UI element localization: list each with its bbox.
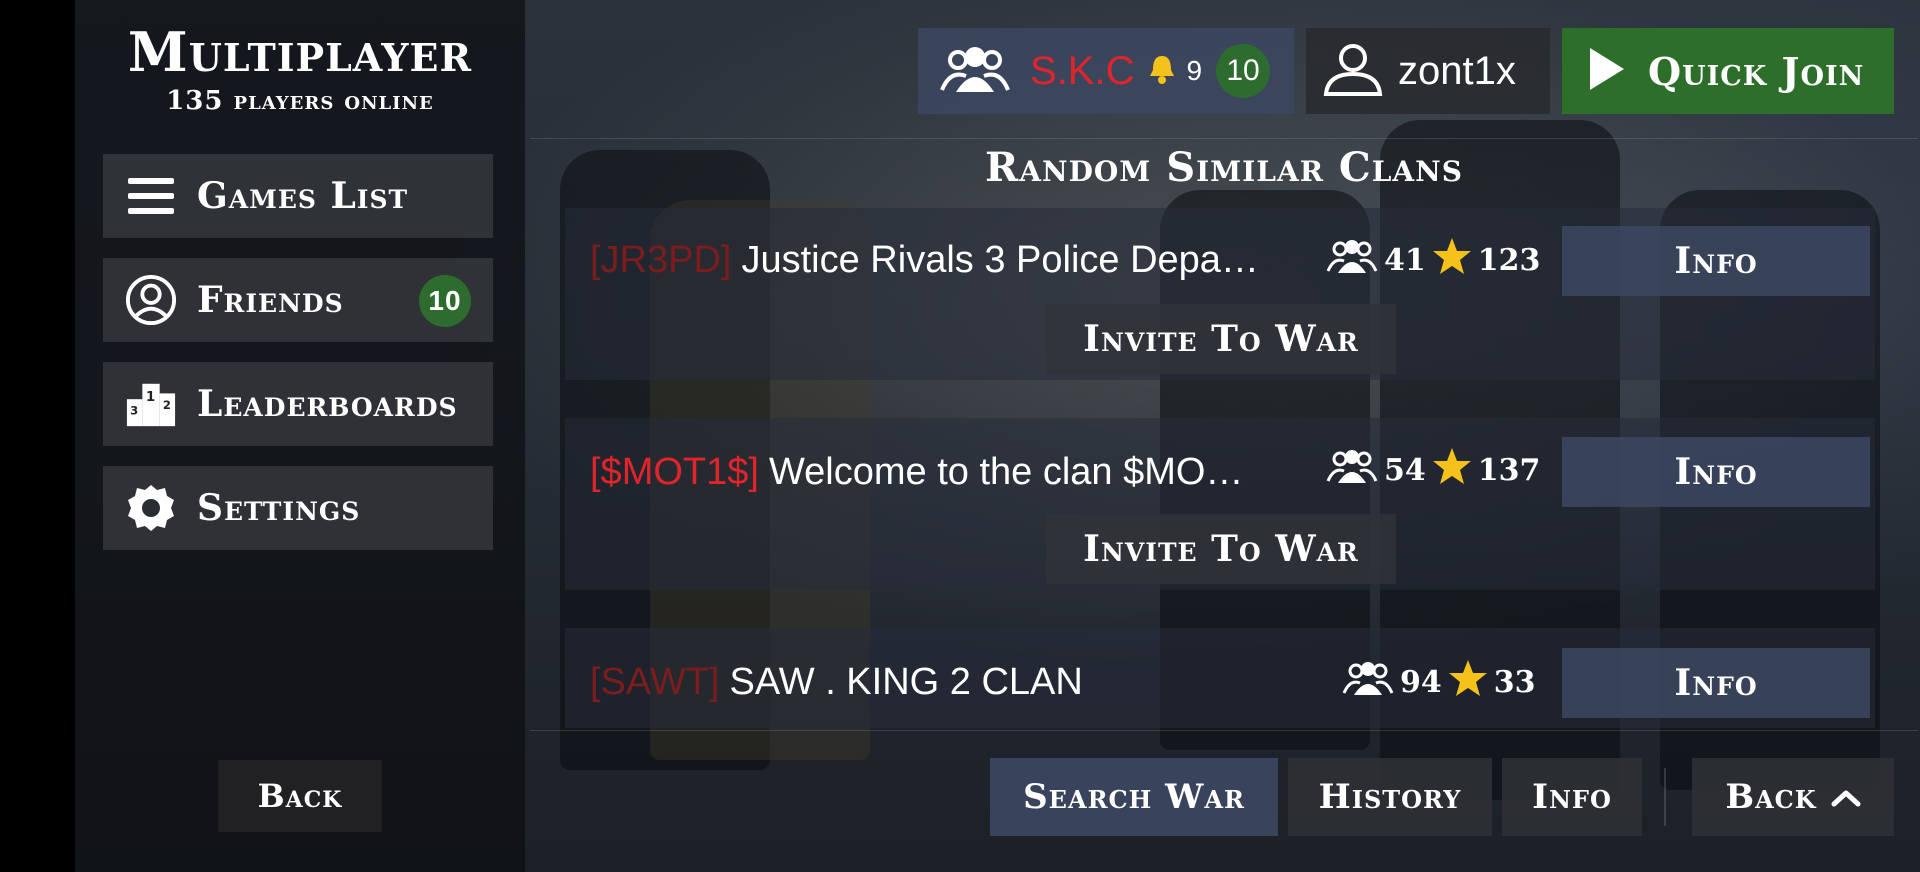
friends-count-badge: 10 [419, 275, 471, 327]
clan-info-button[interactable]: Info [1562, 648, 1870, 718]
star-count: 123 [1477, 242, 1541, 278]
user-icon [1322, 42, 1384, 100]
members-icon [1326, 237, 1378, 283]
divider [1664, 768, 1666, 826]
clan-tag: [$MOT1$] [590, 450, 759, 493]
star-icon [1432, 237, 1472, 283]
clan-row[interactable]: [JR3PD] Justice Rivals 3 Police Depa… [590, 230, 1320, 290]
section-title: Random Similar Clans [985, 144, 1463, 191]
clan-stats: 41 123 [1326, 230, 1546, 290]
clan-tag: [JR3PD] [590, 238, 732, 281]
players-online: 135 players online [166, 86, 434, 116]
history-button[interactable]: History [1288, 758, 1492, 836]
quick-join-button[interactable]: Quick Join [1562, 28, 1894, 114]
sidebar-item-friends[interactable]: Friends 10 [103, 258, 493, 342]
search-war-button[interactable]: Search War [990, 758, 1278, 836]
sidebar-item-label: Leaderboards [197, 383, 458, 425]
clan-stats: 54 137 [1326, 440, 1546, 500]
info-button[interactable]: Info [1502, 758, 1642, 836]
clan-name: S.K.C [1030, 48, 1135, 93]
sidebar-item-label: Settings [197, 487, 361, 529]
podium-icon: 13 2 [125, 378, 177, 430]
bell-icon [1148, 54, 1176, 88]
svg-text:3: 3 [130, 404, 139, 418]
quick-join-label: Quick Join [1648, 48, 1865, 94]
sidebar-item-label: Friends [197, 279, 344, 321]
sidebar-item-leaderboards[interactable]: 13 2 Leaderboards [103, 362, 493, 446]
star-count: 33 [1493, 664, 1536, 700]
clan-info-button[interactable]: Info [1562, 226, 1870, 296]
clan-tag: [SAWT] [590, 660, 720, 703]
gear-icon [125, 482, 177, 534]
clan-badge: 10 [1216, 44, 1271, 98]
back-label: Back [1725, 777, 1817, 817]
clan-stats: 94 33 [1342, 652, 1542, 712]
svg-text:2: 2 [163, 398, 172, 412]
member-count: 94 [1400, 664, 1442, 700]
menu-icon [125, 170, 177, 222]
notification-count: 9 [1186, 55, 1203, 86]
sidebar-item-settings[interactable]: Settings [103, 466, 493, 550]
clan-info-button[interactable]: Info [1562, 437, 1870, 507]
clan-panel[interactable]: S.K.C 9 10 [918, 28, 1294, 114]
svg-text:1: 1 [146, 389, 156, 405]
chevron-up-icon [1831, 777, 1861, 817]
sidebar-item-games-list[interactable]: Games List [103, 154, 493, 238]
invite-to-war-button[interactable]: Invite To War [1046, 514, 1396, 584]
back-collapse-button[interactable]: Back [1692, 758, 1894, 836]
screen-edge [0, 0, 75, 872]
clan-name: Justice Rivals 3 Police Depa… [741, 238, 1259, 281]
members-icon [1342, 659, 1394, 705]
page-title: Multiplayer [127, 20, 473, 84]
sidebar-item-label: Games List [197, 175, 409, 217]
invite-to-war-button[interactable]: Invite To War [1046, 304, 1396, 374]
star-icon [1432, 447, 1472, 493]
clan-icon [938, 42, 1012, 100]
clan-row[interactable]: [SAWT] SAW . KING 2 CLAN [590, 652, 1320, 712]
member-count: 41 [1384, 242, 1426, 278]
clan-row[interactable]: [$MOT1$] Welcome to the clan $MO… [590, 442, 1320, 502]
star-icon [1448, 659, 1488, 705]
back-button[interactable]: Back [218, 760, 382, 832]
play-icon [1588, 46, 1626, 96]
clan-name: Welcome to the clan $MO… [768, 450, 1244, 493]
clan-name: SAW . KING 2 CLAN [729, 660, 1083, 703]
members-icon [1326, 447, 1378, 493]
username: zont1x [1398, 48, 1516, 93]
star-count: 137 [1477, 452, 1541, 488]
user-profile-button[interactable]: zont1x [1306, 28, 1550, 114]
person-icon [125, 274, 177, 326]
member-count: 54 [1384, 452, 1426, 488]
divider [530, 730, 1918, 731]
divider [530, 138, 1918, 139]
